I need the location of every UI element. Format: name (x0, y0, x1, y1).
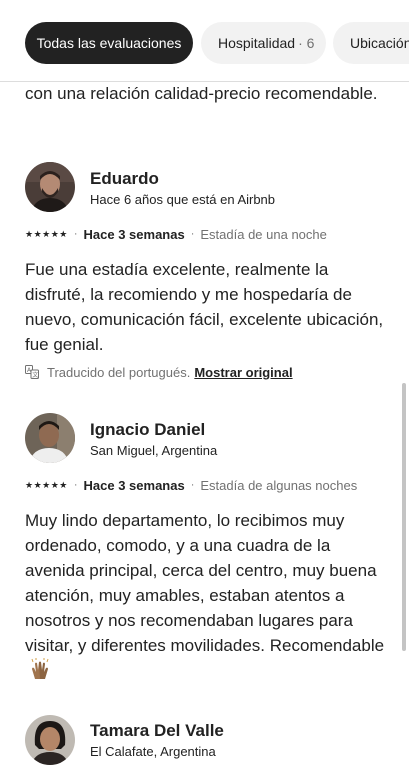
review-meta: ★★★★★ · Hace 3 semanas · Estadía de algu… (25, 477, 357, 493)
translation-note-text: Traducido del portugués. (47, 364, 191, 380)
stay-duration: Estadía de algunas noches (200, 477, 358, 493)
review-text: Fue una estadía excelente, realmente la … (25, 260, 384, 354)
review-date: Hace 3 semanas (83, 226, 185, 242)
filter-chip-all-label: Todas las evaluaciones (36, 35, 182, 51)
filter-chip-hospitality[interactable]: Hospitalidad · 6 (201, 22, 326, 64)
reviewer-subtitle: San Miguel, Argentina (90, 443, 218, 458)
reviewer-name: Tamara Del Valle (90, 721, 224, 740)
avatar-tamara-del-valle[interactable] (25, 715, 75, 765)
filter-chip-hospitality-count: · 6 (298, 35, 315, 51)
reviewer-name: Eduardo (90, 169, 159, 188)
filter-chip-hospitality-label: Hospitalidad (218, 35, 296, 51)
meta-separator: · (73, 228, 78, 240)
meta-separator: · (73, 479, 78, 491)
translation-note: A 文 Traducido del portugués. Mostrar ori… (25, 364, 293, 380)
filter-chips-bar: Todas las evaluaciones Hospitalidad · 6 … (0, 0, 409, 82)
filter-chip-location[interactable]: Ubicación (333, 22, 409, 64)
review-date: Hace 3 semanas (83, 477, 185, 493)
rating-stars: ★★★★★ (25, 228, 68, 239)
review-text-previous: con una relación calidad-precio recomend… (25, 84, 378, 103)
meta-separator: · (190, 479, 195, 491)
review-text: Muy lindo departamento, lo recibimos muy… (25, 511, 385, 655)
rating-stars: ★★★★★ (25, 479, 68, 490)
meta-separator: · (190, 228, 195, 240)
stay-duration: Estadía de una noche (200, 226, 327, 242)
show-original-link[interactable]: Mostrar original (194, 365, 292, 380)
reviewer-subtitle: Hace 6 años que está en Airbnb (90, 192, 276, 207)
reviewer-name: Ignacio Daniel (90, 420, 206, 439)
raised-hands-emoji-icon (31, 658, 49, 679)
scrollbar[interactable] (402, 383, 406, 651)
svg-text:文: 文 (32, 371, 38, 379)
filter-chip-location-label: Ubicación (350, 35, 409, 51)
reviewer-subtitle: El Calafate, Argentina (90, 744, 216, 759)
review-meta: ★★★★★ · Hace 3 semanas · Estadía de una … (25, 226, 327, 242)
filter-chip-all[interactable]: Todas las evaluaciones (25, 22, 193, 64)
review-text-block: Muy lindo departamento, lo recibimos muy… (25, 508, 390, 683)
avatar-eduardo[interactable] (25, 162, 75, 212)
avatar-ignacio-daniel[interactable] (25, 413, 75, 463)
translate-icon: A 文 (25, 365, 39, 379)
